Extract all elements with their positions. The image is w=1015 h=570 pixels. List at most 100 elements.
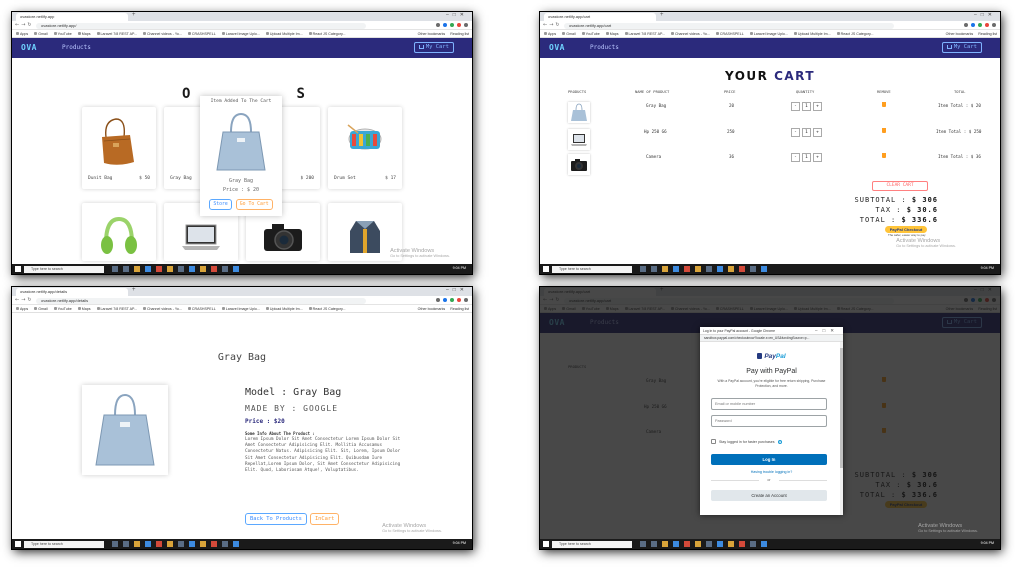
bookmark-item[interactable]: Laravel 7/8 REST AP... <box>96 307 137 311</box>
trash-icon[interactable] <box>882 102 886 107</box>
bookmark-item[interactable]: Maps <box>77 32 91 36</box>
taskbar-search[interactable]: Type here to search <box>552 540 632 548</box>
quantity-stepper[interactable]: - 1 + <box>791 102 822 111</box>
browser-tab[interactable]: ovastore.netlify.app/details <box>16 288 128 296</box>
product-card[interactable]: Drum Set $ 17 <box>328 107 402 189</box>
bookmark-item[interactable]: Apps <box>544 32 556 36</box>
bookmark-item[interactable]: Channel videos - Yo... <box>142 32 182 36</box>
nav-products-link[interactable]: Products <box>590 44 619 51</box>
window-controls[interactable]: –□✕ <box>974 12 996 18</box>
bookmark-item[interactable]: YouTube <box>53 307 72 311</box>
store-button[interactable]: Store <box>209 199 232 210</box>
in-cart-button[interactable]: InCart <box>309 513 340 525</box>
new-tab-icon[interactable]: + <box>660 12 664 18</box>
bookmark-item[interactable]: Gmail <box>34 307 48 311</box>
bookmark-item[interactable]: CRASHSPELL <box>187 32 216 36</box>
extension-icons[interactable] <box>436 23 468 27</box>
taskbar-search[interactable]: Type here to search <box>552 265 632 273</box>
bookmark-item[interactable]: Channel videos - Yo... <box>670 32 710 36</box>
help-icon[interactable]: ? <box>777 439 782 444</box>
my-cart-button[interactable]: My Cart <box>941 42 982 53</box>
bookmark-item[interactable]: CRASHSPELL <box>187 307 216 311</box>
window-controls[interactable]: –□✕ <box>446 287 468 293</box>
qty-decrease-button[interactable]: - <box>791 153 800 162</box>
bookmarks-right[interactable]: Other bookmarksReading list <box>418 305 469 312</box>
trash-icon[interactable] <box>882 128 886 133</box>
bookmark-item[interactable]: Maps <box>77 307 91 311</box>
back-to-products-button[interactable]: Back To Products <box>245 513 307 525</box>
qty-increase-button[interactable]: + <box>813 153 822 162</box>
bookmark-item[interactable]: React JS Category... <box>308 32 346 36</box>
bookmarks-right[interactable]: Other bookmarksReading list <box>418 30 469 37</box>
qty-decrease-button[interactable]: - <box>791 102 800 111</box>
dialog-window-controls[interactable]: –□✕ <box>815 328 839 334</box>
trash-icon[interactable] <box>882 153 886 158</box>
bookmark-item[interactable]: Laravel 7/8 REST AP... <box>96 32 137 36</box>
trouble-logging-in-link[interactable]: Having trouble logging in? <box>700 470 843 474</box>
taskbar-apps[interactable] <box>112 266 239 272</box>
product-card[interactable] <box>82 203 156 261</box>
qty-increase-button[interactable]: + <box>813 128 822 137</box>
bookmark-item[interactable]: Upload Multiple Im... <box>265 307 303 311</box>
paypal-checkout-button[interactable]: PayPal Checkout <box>885 226 927 233</box>
taskbar-apps[interactable] <box>112 541 239 547</box>
bookmark-item[interactable]: Laravel Image Uplo... <box>749 32 788 36</box>
bookmark-item[interactable]: Gmail <box>34 32 48 36</box>
bookmark-item[interactable]: Maps <box>605 32 619 36</box>
bookmark-item[interactable]: Gmail <box>562 32 576 36</box>
window-controls[interactable]: –□✕ <box>446 12 468 18</box>
bookmark-item[interactable]: Channel videos - Yo... <box>142 307 182 311</box>
create-account-button[interactable]: Create an Account <box>711 490 827 501</box>
bookmark-item[interactable]: Upload Multiple Im... <box>793 32 831 36</box>
nav-products-link[interactable]: Products <box>62 44 91 51</box>
bookmarks-right[interactable]: Other bookmarksReading list <box>946 30 997 37</box>
taskbar-search[interactable]: Type here to search <box>24 265 104 273</box>
start-icon[interactable] <box>543 266 549 272</box>
quantity-stepper[interactable]: - 1 + <box>791 153 822 162</box>
qty-increase-button[interactable]: + <box>813 102 822 111</box>
extension-icons[interactable] <box>436 298 468 302</box>
bookmark-item[interactable]: YouTube <box>581 32 600 36</box>
browser-tab[interactable]: ovastore.netlify.app/cart <box>544 13 656 21</box>
ova-logo[interactable]: OVA <box>549 43 565 52</box>
taskbar-apps[interactable] <box>640 541 767 547</box>
new-tab-icon[interactable]: + <box>132 287 136 293</box>
bookmark-item[interactable]: Apps <box>16 32 28 36</box>
extension-icons[interactable] <box>964 23 996 27</box>
go-to-cart-button[interactable]: Go To Cart <box>235 199 273 210</box>
password-field[interactable]: Password <box>711 415 827 427</box>
log-in-button[interactable]: Log In <box>711 454 827 465</box>
start-icon[interactable] <box>15 541 21 547</box>
bookmark-item[interactable]: Apps <box>16 307 28 311</box>
start-icon[interactable] <box>543 541 549 547</box>
taskbar-apps[interactable] <box>640 266 767 272</box>
bookmark-item[interactable]: React JS Category... <box>836 32 874 36</box>
ova-logo[interactable]: OVA <box>21 43 37 52</box>
nav-icons[interactable]: ←→↻ <box>543 22 562 28</box>
stay-logged-in-checkbox[interactable]: Stay logged in for faster purchases? <box>711 439 782 444</box>
new-tab-icon[interactable]: + <box>132 12 136 18</box>
address-bar[interactable]: ovastore.netlify.app/details <box>36 297 366 304</box>
bookmark-item[interactable]: Upload Multiple Im... <box>265 32 303 36</box>
qty-decrease-button[interactable]: - <box>791 128 800 137</box>
address-bar[interactable]: ovastore.netlify.app/cart <box>564 22 894 29</box>
bookmark-item[interactable]: Laravel Image Uplo... <box>221 32 260 36</box>
browser-tab[interactable]: ovastore.netlify.app <box>16 13 128 21</box>
taskbar-search[interactable]: Type here to search <box>24 540 104 548</box>
address-bar[interactable]: ovastore.netlify.app/ <box>36 22 366 29</box>
bookmark-item[interactable]: Laravel 7/8 REST AP... <box>624 32 665 36</box>
bookmark-item[interactable]: React JS Category... <box>308 307 346 311</box>
bookmark-item[interactable]: CRASHSPELL <box>715 32 744 36</box>
clear-cart-button[interactable]: CLEAR CART <box>872 181 928 191</box>
bookmark-item[interactable]: Laravel Image Uplo... <box>221 307 260 311</box>
dialog-scrollbar[interactable] <box>840 342 843 515</box>
my-cart-button[interactable]: My Cart <box>413 42 454 53</box>
email-field[interactable]: Email or mobile number <box>711 398 827 410</box>
product-card[interactable]: Dunit Bag $ 50 <box>82 107 156 189</box>
checkbox-icon[interactable] <box>711 439 716 444</box>
quantity-stepper[interactable]: - 1 + <box>791 128 822 137</box>
bookmark-item[interactable]: YouTube <box>53 32 72 36</box>
nav-icons[interactable]: ←→↻ <box>15 297 34 303</box>
start-icon[interactable] <box>15 266 21 272</box>
nav-icons[interactable]: ←→↻ <box>15 22 34 28</box>
